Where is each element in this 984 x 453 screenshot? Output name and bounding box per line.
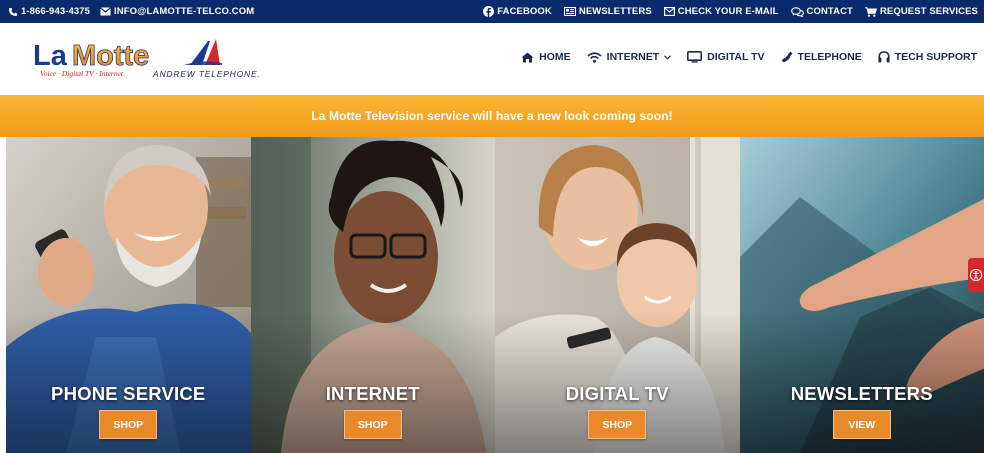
newsletters-link[interactable]: NEWSLETTERS: [563, 6, 652, 17]
facebook-link[interactable]: FACEBOOK: [483, 6, 552, 17]
panel-title: DIGITAL TV: [565, 383, 669, 404]
facebook-label: FACEBOOK: [497, 6, 552, 17]
email-link[interactable]: INFO@LAMOTTE-TELCO.COM: [100, 6, 254, 17]
phone-icon: [8, 7, 18, 17]
phone-service-photo: [6, 137, 251, 453]
contact-label: CONTACT: [806, 6, 853, 17]
phone-link[interactable]: 1-866-943-4375: [8, 6, 90, 17]
svg-text:Motte: Motte: [72, 40, 149, 69]
newspaper-icon: [563, 7, 576, 16]
accessibility-icon: [970, 268, 982, 282]
chevron-down-icon: [664, 54, 672, 60]
announcement-banner: La Motte Television service will have a …: [0, 95, 984, 137]
request-services-link[interactable]: REQUEST SERVICES: [864, 6, 978, 17]
newsletters-photo: [739, 137, 984, 453]
panel-title: PHONE SERVICE: [51, 383, 206, 404]
partner-name: ANDREW TELEPHONE.: [153, 69, 261, 79]
panel-title: INTERNET: [325, 383, 420, 404]
chat-bubbles-icon: [790, 6, 804, 17]
nav-home[interactable]: HOME: [521, 51, 571, 63]
logo-tagline: Voice · Digital TV · Internet: [40, 69, 123, 78]
digital-tv-photo: [495, 137, 740, 453]
phone-shop-button[interactable]: SHOP: [99, 410, 158, 439]
nav-digital-tv[interactable]: DIGITAL TV: [687, 51, 765, 63]
wifi-icon: [587, 51, 602, 63]
envelope-icon: [100, 7, 111, 16]
request-services-label: REQUEST SERVICES: [879, 6, 978, 17]
panel-title: NEWSLETTERS: [790, 383, 933, 404]
top-bar: 1-866-943-4375 INFO@LAMOTTE-TELCO.COM FA…: [0, 0, 984, 23]
lamotte-logo[interactable]: La Motte: [33, 39, 151, 87]
nav-home-label: HOME: [539, 51, 571, 63]
site-header: La Motte Voice · Digital TV · Internet A…: [0, 23, 984, 95]
headphones-icon: [878, 51, 890, 63]
svg-text:La: La: [33, 40, 68, 69]
panel-newsletters[interactable]: NEWSLETTERS VIEW: [739, 137, 984, 453]
panel-phone-service[interactable]: PHONE SERVICE SHOP: [6, 137, 251, 453]
nav-telephone-label: TELEPHONE: [797, 51, 862, 63]
monitor-icon: [687, 51, 703, 63]
facebook-icon: [483, 6, 495, 17]
nav-tech-support[interactable]: TECH SUPPORT: [878, 51, 977, 63]
nav-digital-tv-label: DIGITAL TV: [707, 51, 765, 63]
telephone-icon: [781, 51, 793, 63]
check-email-link[interactable]: CHECK YOUR E-MAIL: [663, 6, 779, 17]
nav-telephone[interactable]: TELEPHONE: [781, 51, 862, 63]
contact-link[interactable]: CONTACT: [790, 6, 853, 17]
newsletters-view-button[interactable]: VIEW: [832, 410, 891, 439]
accessibility-button[interactable]: [968, 258, 984, 292]
email-address: INFO@LAMOTTE-TELCO.COM: [114, 6, 255, 17]
phone-number: 1-866-943-4375: [21, 6, 91, 17]
top-bar-links: FACEBOOK NEWSLETTERS CHECK YOUR E-MAIL C…: [483, 6, 978, 17]
internet-shop-button[interactable]: SHOP: [343, 410, 402, 439]
newsletters-label: NEWSLETTERS: [578, 6, 652, 17]
check-email-label: CHECK YOUR E-MAIL: [677, 6, 779, 17]
service-panels: PHONE SERVICE SHOP INTERNET SHOP DIGITAL…: [6, 137, 984, 453]
panel-digital-tv[interactable]: DIGITAL TV SHOP: [495, 137, 740, 453]
top-bar-contact: 1-866-943-4375 INFO@LAMOTTE-TELCO.COM: [8, 6, 254, 17]
home-icon: [521, 52, 534, 63]
envelope-outline-icon: [663, 7, 675, 16]
nav-internet[interactable]: INTERNET: [587, 51, 672, 63]
digital-tv-shop-button[interactable]: SHOP: [588, 410, 647, 439]
nav-tech-support-label: TECH SUPPORT: [894, 51, 977, 63]
announcement-text: La Motte Television service will have a …: [311, 109, 673, 123]
shopping-cart-icon: [864, 6, 877, 17]
internet-photo: [250, 137, 495, 453]
main-nav: HOME INTERNET DIGITAL TV TELEPHONE TECH …: [521, 51, 977, 63]
nav-internet-label: INTERNET: [606, 51, 660, 63]
panel-internet[interactable]: INTERNET SHOP: [250, 137, 495, 453]
